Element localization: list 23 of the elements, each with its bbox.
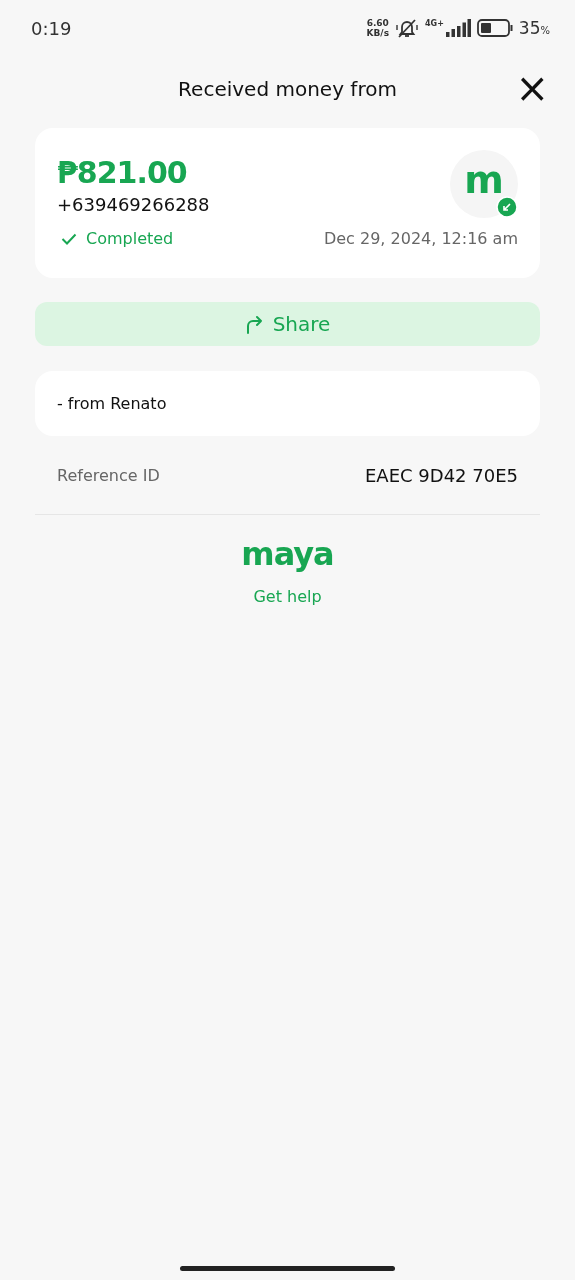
share-arrow-icon <box>244 314 263 334</box>
sender-number: +639469266288 <box>57 194 210 215</box>
note-text: - from Renato <box>57 394 167 413</box>
help-link[interactable]: Get help <box>253 587 322 606</box>
reference-id: EAEC 9D42 70E5 <box>364 464 518 486</box>
network-speed: 6.60 KB/s <box>366 18 389 38</box>
reference-label: Reference ID <box>57 465 160 485</box>
battery-icon <box>476 19 513 37</box>
close-button[interactable]: × <box>511 70 553 106</box>
amount: ₱821.00 <box>57 154 188 192</box>
status-time: 0:19 <box>31 17 72 39</box>
battery-percent: 35% <box>518 18 550 38</box>
page-title: Received money from <box>178 77 397 101</box>
network-type: 4G+ <box>425 19 444 28</box>
signal-icon <box>444 19 471 37</box>
brand-logo: maya <box>241 535 334 573</box>
check-icon <box>61 232 77 245</box>
avatar-logo: m <box>464 160 504 200</box>
muted-bell-icon <box>395 17 419 39</box>
share-button[interactable]: Share <box>35 302 540 346</box>
home-indicator[interactable] <box>180 1266 395 1271</box>
transaction-status: Completed <box>57 229 174 248</box>
transaction-date: Dec 29, 2024, 12:16 am <box>323 229 518 248</box>
